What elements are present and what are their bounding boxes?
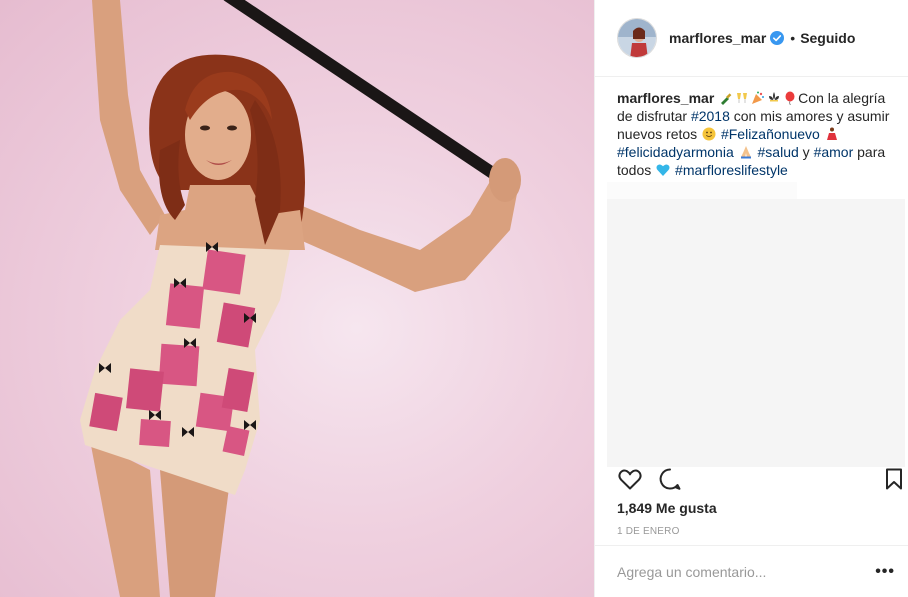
post-photo-illustration — [80, 0, 521, 597]
caption-username-link[interactable]: marflores_mar — [617, 90, 714, 106]
comment-bar: ••• — [595, 545, 908, 597]
smiley-icon — [702, 127, 716, 141]
comment-input[interactable] — [617, 563, 876, 580]
balloon-icon — [783, 91, 797, 106]
party-popper-icon — [751, 91, 765, 105]
hashtag-amor[interactable]: #amor — [814, 144, 854, 160]
post-photo[interactable] — [0, 0, 594, 597]
fleur-de-lis-icon — [767, 91, 781, 105]
post-panel: marflores_mar • Seguido marflores_mar Co… — [594, 0, 908, 597]
more-options-icon[interactable]: ••• — [875, 563, 895, 581]
hashtag-marfloreslifestyle[interactable]: #marfloreslifestyle — [675, 162, 788, 178]
post-caption: marflores_mar Con la alegría de disfruta… — [617, 90, 890, 178]
verified-badge-icon — [770, 31, 785, 45]
post-actions — [595, 462, 908, 498]
blue-heart-icon — [656, 163, 670, 177]
like-count[interactable]: 1,849 Me gusta — [617, 500, 717, 516]
hashtag-felizanonuevo[interactable]: #Felizañonuevo — [721, 126, 820, 142]
champagne-bottle-icon — [719, 91, 733, 105]
follow-status-button[interactable]: Seguido — [800, 30, 855, 46]
avatar[interactable] — [617, 18, 657, 58]
dancer-icon — [825, 127, 839, 141]
comments-area — [607, 199, 905, 467]
bookmark-icon[interactable] — [881, 466, 907, 492]
heart-icon[interactable] — [617, 466, 643, 492]
separator-dot: • — [790, 30, 796, 46]
hashtag-salud[interactable]: #salud — [758, 144, 799, 160]
hashtag-2018[interactable]: #2018 — [691, 108, 730, 124]
comments-placeholder-strip — [607, 182, 797, 200]
avatar-image — [618, 19, 656, 57]
username-link[interactable]: marflores_mar — [669, 30, 766, 46]
post-date[interactable]: 1 DE ENERO — [617, 526, 680, 537]
folded-hands-icon — [739, 145, 753, 159]
post-header: marflores_mar • Seguido — [595, 0, 908, 77]
hashtag-felicidadyarmonia[interactable]: #felicidadyarmonia — [617, 144, 734, 160]
clinking-glasses-icon — [735, 91, 749, 105]
comment-icon[interactable] — [657, 466, 683, 492]
